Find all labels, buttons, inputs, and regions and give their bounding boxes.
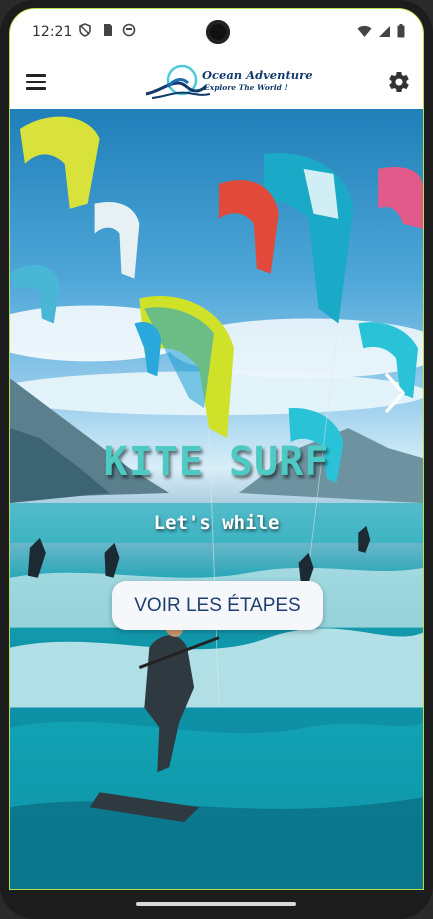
front-camera (206, 20, 230, 44)
sim-card-icon (104, 24, 112, 36)
battery-icon (397, 24, 405, 38)
hero-title: KITE SURF (103, 439, 330, 485)
shield-icon (79, 23, 91, 37)
status-left-icons (78, 23, 136, 37)
face-icon (122, 23, 136, 37)
hero-subtitle: Let's while (153, 512, 280, 534)
logo-subtitle: Explore The World ! (204, 83, 288, 92)
hamburger-menu-icon[interactable] (24, 71, 48, 93)
signal-icon (379, 25, 390, 37)
phone-frame: 12:21 Ocean Adventure Explore The World … (0, 0, 433, 919)
voir-les-etapes-button[interactable]: VOIR LES ÉTAPES (112, 581, 323, 630)
screen: 12:21 Ocean Adventure Explore The World … (9, 8, 424, 890)
app-bar: Ocean Adventure Explore The World ! (10, 55, 423, 109)
gear-icon[interactable] (387, 70, 411, 94)
hero-background-image (10, 116, 423, 889)
status-right-icons (357, 24, 405, 38)
gesture-navigation-bar[interactable] (136, 902, 296, 906)
hero-banner: KITE SURF Let's while VOIR LES ÉTAPES (10, 109, 423, 889)
status-bar: 12:21 (10, 9, 423, 55)
logo[interactable]: Ocean Adventure Explore The World ! (138, 61, 313, 103)
logo-title: Ocean Adventure (202, 68, 313, 82)
wifi-icon (357, 25, 372, 37)
status-time: 12:21 (32, 24, 73, 40)
chevron-right-icon[interactable] (381, 371, 409, 415)
